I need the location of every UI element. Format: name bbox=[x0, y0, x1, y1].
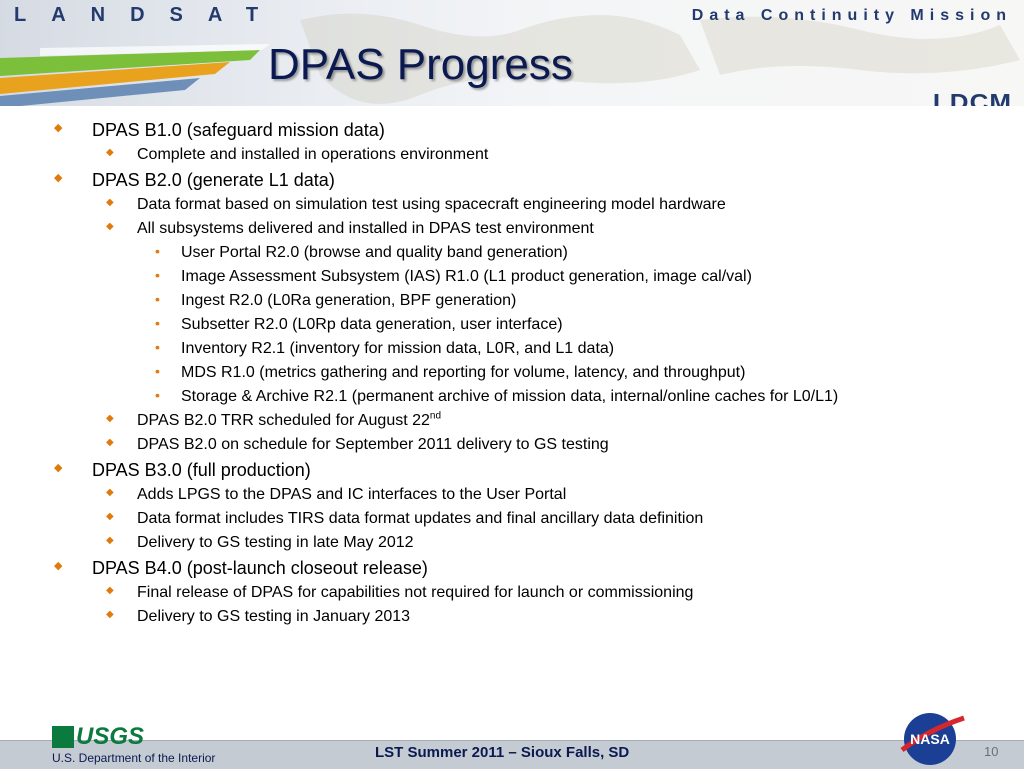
bullet-marker-icon: • bbox=[155, 267, 160, 283]
bullet-superscript: nd bbox=[429, 410, 442, 422]
bullet-text: User Portal R2.0 (browse and quality ban… bbox=[181, 244, 568, 261]
bullet-marker-icon: ◆ bbox=[106, 585, 114, 596]
slide-header: LANDSAT Data Continuity Mission DPAS Pro… bbox=[0, 0, 1024, 106]
bullet-text: All subsystems delivered and installed i… bbox=[137, 220, 594, 237]
bullet-marker-icon: ◆ bbox=[54, 462, 63, 474]
bullet-level-1: ◆ DPAS B1.0 (safeguard mission data) bbox=[54, 120, 385, 141]
bullet-text: DPAS B4.0 (post-launch closeout release) bbox=[92, 558, 428, 578]
bullet-text: Inventory R2.1 (inventory for mission da… bbox=[181, 340, 615, 357]
landsat-swoosh-graphic bbox=[0, 44, 270, 106]
bullet-marker-icon: ◆ bbox=[106, 147, 114, 158]
bullet-marker-icon: • bbox=[155, 291, 160, 307]
mission-tagline: Data Continuity Mission bbox=[691, 7, 1012, 24]
usgs-mark-icon bbox=[52, 726, 74, 748]
bullet-level-3: • User Portal R2.0 (browse and quality ba… bbox=[155, 243, 568, 262]
usgs-logo-text: USGS bbox=[76, 723, 145, 750]
bullet-text: Subsetter R2.0 (L0Rp data generation, us… bbox=[181, 316, 563, 333]
department-label: U.S. Department of the Interior bbox=[52, 751, 216, 765]
conference-label: LST Summer 2011 – Sioux Falls, SD bbox=[375, 744, 630, 761]
bullet-text: DPAS B1.0 (safeguard mission data) bbox=[92, 120, 385, 140]
bullet-text: Ingest R2.0 (L0Ra generation, BPF genera… bbox=[181, 292, 517, 309]
bullet-marker-icon: • bbox=[155, 363, 160, 379]
bullet-level-2: ◆ All subsystems delivered and installed … bbox=[106, 220, 594, 238]
bullet-text: Final release of DPAS for capabilities n… bbox=[137, 584, 694, 601]
nasa-logo: NASA bbox=[900, 713, 965, 765]
bullet-level-3: • MDS R1.0 (metrics gathering and reporti… bbox=[155, 363, 746, 382]
bullet-marker-icon: ◆ bbox=[54, 122, 63, 134]
bullet-marker-icon: ◆ bbox=[106, 221, 114, 232]
bullet-marker-icon: ◆ bbox=[106, 437, 114, 448]
bullet-level-1: ◆ DPAS B4.0 (post-launch closeout release… bbox=[54, 558, 428, 579]
bullet-marker-icon: • bbox=[155, 243, 160, 259]
bullet-level-3: • Inventory R2.1 (inventory for mission d… bbox=[155, 339, 615, 358]
bullet-marker-icon: ◆ bbox=[106, 487, 114, 498]
ldcm-logo: LDCM bbox=[932, 88, 1012, 106]
bullet-marker-icon: ◆ bbox=[106, 609, 114, 620]
bullet-text: MDS R1.0 (metrics gathering and reportin… bbox=[181, 364, 746, 381]
bullet-level-2: ◆ Complete and installed in operations en… bbox=[106, 146, 489, 164]
bullet-level-2: ◆ DPAS B2.0 TRR scheduled for August 22nd bbox=[106, 410, 442, 430]
bullet-level-2: ◆ Final release of DPAS for capabilities … bbox=[106, 584, 694, 602]
slide-title: DPAS Progress bbox=[268, 40, 573, 89]
usgs-logo: USGS bbox=[52, 723, 145, 750]
bullet-level-3: • Storage & Archive R2.1 (permanent archi… bbox=[155, 387, 839, 406]
bullet-level-2: ◆ Delivery to GS testing in late May 2012 bbox=[106, 534, 414, 552]
bullet-text: Adds LPGS to the DPAS and IC interfaces … bbox=[137, 486, 567, 503]
bullet-text: Data format based on simulation test usi… bbox=[137, 196, 726, 213]
bullet-level-1: ◆ DPAS B3.0 (full production) bbox=[54, 460, 311, 481]
bullet-level-3: • Image Assessment Subsystem (IAS) R1.0 (… bbox=[155, 267, 752, 286]
bullet-level-2: ◆ DPAS B2.0 on schedule for September 201… bbox=[106, 436, 609, 454]
bullet-text: Image Assessment Subsystem (IAS) R1.0 (L… bbox=[181, 268, 752, 285]
bullet-text: DPAS B2.0 TRR scheduled for August 22 bbox=[137, 412, 430, 429]
bullet-level-3: • Subsetter R2.0 (L0Rp data generation, u… bbox=[155, 315, 563, 334]
bullet-level-2: ◆ Data format based on simulation test us… bbox=[106, 196, 726, 214]
bullet-level-2: ◆ Data format includes TIRS data format u… bbox=[106, 510, 704, 528]
slide-number: 10 bbox=[984, 744, 999, 759]
bullet-marker-icon: ◆ bbox=[54, 172, 63, 184]
nasa-logo-text: NASA bbox=[910, 731, 950, 747]
bullet-text: Delivery to GS testing in late May 2012 bbox=[137, 534, 414, 551]
bullet-marker-icon: ◆ bbox=[106, 413, 114, 424]
landsat-wordmark: LANDSAT bbox=[14, 4, 284, 26]
bullet-level-1: ◆ DPAS B2.0 (generate L1 data) bbox=[54, 170, 335, 191]
bullet-marker-icon: • bbox=[155, 315, 160, 331]
bullet-text: DPAS B2.0 on schedule for September 2011… bbox=[137, 436, 609, 453]
bullet-text: Data format includes TIRS data format up… bbox=[137, 510, 704, 527]
bullet-marker-icon: ◆ bbox=[106, 197, 114, 208]
bullet-marker-icon: • bbox=[155, 387, 160, 403]
bullet-marker-icon: ◆ bbox=[106, 535, 114, 546]
bullet-level-3: • Ingest R2.0 (L0Ra generation, BPF gener… bbox=[155, 291, 517, 310]
bullet-marker-icon: • bbox=[155, 339, 160, 355]
bullet-level-2: ◆ Delivery to GS testing in January 2013 bbox=[106, 608, 411, 626]
bullet-level-2: ◆ Adds LPGS to the DPAS and IC interfaces… bbox=[106, 486, 567, 504]
bullet-marker-icon: ◆ bbox=[54, 560, 63, 572]
bullet-text: Delivery to GS testing in January 2013 bbox=[137, 608, 411, 625]
bullet-text: Storage & Archive R2.1 (permanent archiv… bbox=[181, 388, 839, 405]
bullet-text: Complete and installed in operations env… bbox=[137, 146, 489, 163]
bullet-text: DPAS B3.0 (full production) bbox=[92, 460, 311, 480]
bullet-text: DPAS B2.0 (generate L1 data) bbox=[92, 170, 335, 190]
bullet-marker-icon: ◆ bbox=[106, 511, 114, 522]
